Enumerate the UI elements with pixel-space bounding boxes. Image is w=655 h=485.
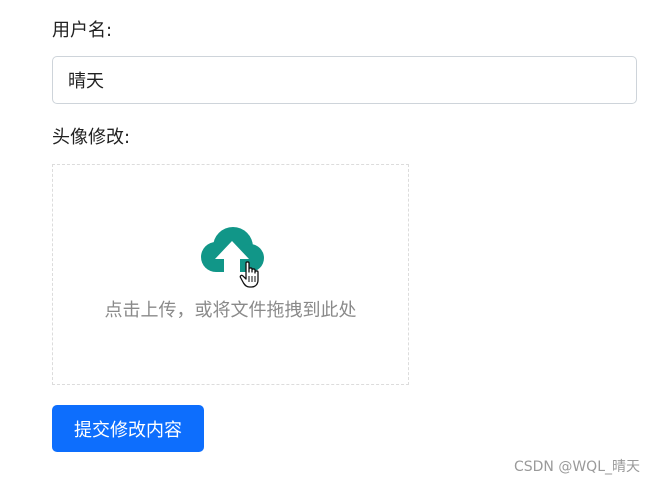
submit-changes-button[interactable]: 提交修改内容 — [52, 405, 204, 452]
watermark: CSDN @WQL_晴天 — [513, 459, 640, 475]
hand-pointer-icon — [239, 261, 259, 288]
avatar-upload-dropzone[interactable]: 点击上传，或将文件拖拽到此处 — [52, 164, 409, 385]
avatar-label: 头像修改: — [52, 127, 131, 148]
username-input[interactable] — [52, 56, 637, 104]
username-label: 用户名: — [52, 20, 113, 41]
upload-hint-text: 点击上传，或将文件拖拽到此处 — [104, 300, 357, 321]
